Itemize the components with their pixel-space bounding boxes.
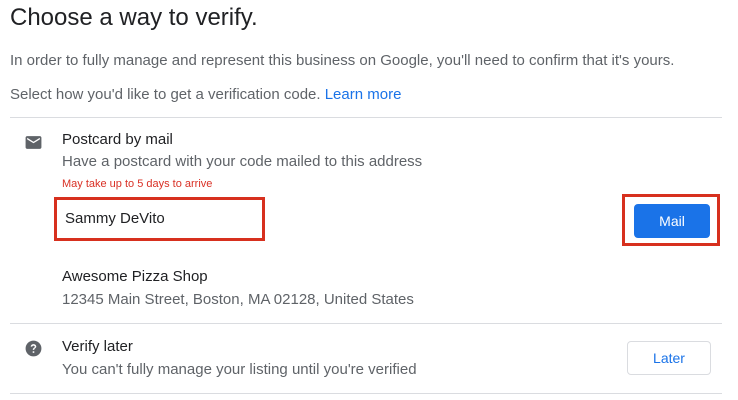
postcard-option-description: Have a postcard with your code mailed to…	[62, 153, 423, 170]
intro-select-text: Select how you'd like to get a verificat…	[10, 86, 401, 103]
mail-button-highlight: Mail	[622, 194, 720, 246]
verify-later-description: You can't fully manage your listing unti…	[62, 361, 417, 378]
divider	[10, 393, 722, 394]
business-name: Awesome Pizza Shop	[62, 268, 208, 285]
delivery-warning: May take up to 5 days to arrive	[62, 178, 213, 190]
contact-name-highlight: Sammy DeVito	[54, 197, 265, 241]
later-button[interactable]: Later	[627, 341, 711, 375]
business-address: 12345 Main Street, Boston, MA 02128, Uni…	[62, 291, 414, 308]
divider	[10, 323, 722, 324]
contact-name: Sammy DeVito	[65, 210, 165, 227]
verify-later-title: Verify later	[62, 338, 133, 355]
verification-page: Choose a way to verify. In order to full…	[0, 0, 738, 400]
postcard-option-title: Postcard by mail	[62, 131, 173, 148]
intro-select-label: Select how you'd like to get a verificat…	[10, 86, 325, 103]
help-icon	[25, 340, 42, 357]
mail-button[interactable]: Mail	[634, 204, 710, 238]
page-title: Choose a way to verify.	[10, 4, 258, 31]
mail-icon	[25, 136, 42, 149]
learn-more-link[interactable]: Learn more	[325, 86, 402, 103]
divider	[10, 117, 722, 118]
intro-text: In order to fully manage and represent t…	[10, 52, 675, 69]
